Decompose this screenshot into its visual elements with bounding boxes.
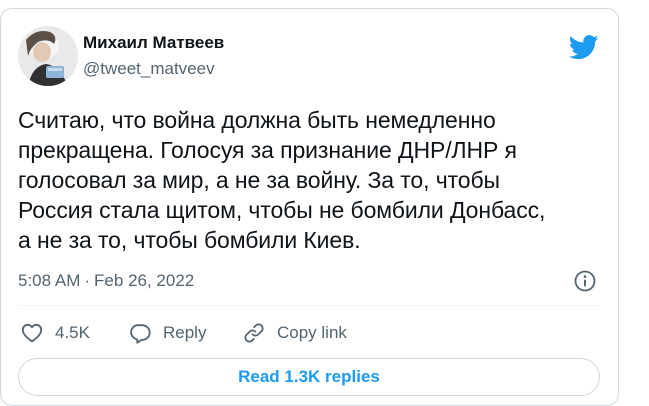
tweet-date[interactable]: Feb 26, 2022 <box>94 271 194 290</box>
reply-bubble-icon <box>130 324 151 344</box>
copy-link-button[interactable]: Copy link <box>242 321 347 345</box>
info-icon[interactable] <box>573 269 597 293</box>
read-replies-button[interactable]: Read 1.3K replies <box>18 358 600 396</box>
tweet-timestamp[interactable]: 5:08 AM · Feb 26, 2022 <box>18 271 194 291</box>
tweet-card: Михаил Матвеев @tweet_matveev Считаю, чт… <box>0 8 619 406</box>
avatar-photo-icon <box>18 26 78 86</box>
author-handle[interactable]: @tweet_matveev <box>83 59 215 79</box>
copy-link-label: Copy link <box>277 323 347 342</box>
link-icon <box>244 323 264 343</box>
tweet-divider <box>18 305 600 306</box>
heart-icon <box>21 323 43 343</box>
author-name[interactable]: Михаил Матвеев <box>83 33 224 53</box>
tweet-time[interactable]: 5:08 AM <box>18 271 80 290</box>
like-count: 4.5K <box>55 323 90 342</box>
reply-label: Reply <box>163 323 207 342</box>
twitter-bird-icon[interactable] <box>568 35 599 60</box>
like-button[interactable]: 4.5K <box>20 321 90 345</box>
page-gutter <box>623 0 649 406</box>
reply-button[interactable]: Reply <box>128 321 206 345</box>
tweet-text: Считаю, что война должна быть немедленно… <box>18 107 546 253</box>
author-avatar[interactable] <box>18 26 78 86</box>
timestamp-separator: · <box>84 271 91 290</box>
